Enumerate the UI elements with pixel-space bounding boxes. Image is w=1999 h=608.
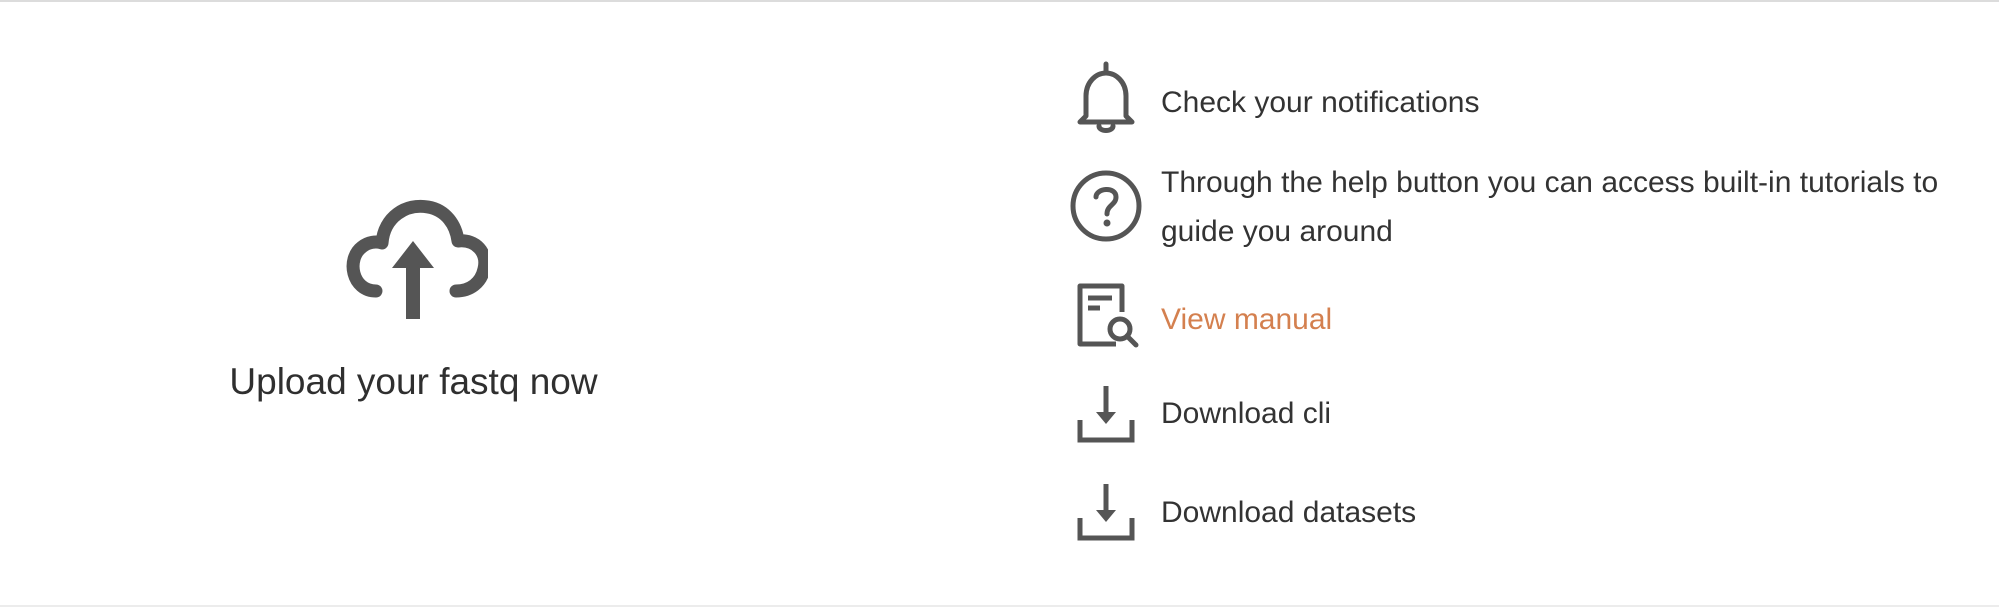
help-text: Through the help button you can access b… [1161, 166, 1939, 248]
download-datasets-item[interactable]: Download datasets [1066, 478, 1966, 548]
download-cli-text: Download cli [1161, 397, 1332, 430]
manual-search-icon [1077, 283, 1139, 348]
download-icon [1077, 484, 1135, 541]
top-divider [0, 0, 1999, 2]
help-item: Through the help button you can access b… [1066, 158, 1966, 258]
download-cli-item[interactable]: Download cli [1066, 380, 1966, 450]
download-icon [1077, 386, 1135, 443]
upload-dropzone[interactable]: Upload your fastq now [170, 180, 657, 420]
view-manual-item[interactable]: View manual [1066, 278, 1966, 358]
help-circle-icon[interactable] [1066, 166, 1146, 246]
bell-icon [1077, 61, 1135, 133]
bottom-divider [0, 605, 1999, 607]
notifications-item[interactable]: Check your notifications [1066, 58, 1966, 138]
notifications-text: Check your notifications [1161, 86, 1480, 119]
view-manual-link[interactable]: View manual [1161, 295, 1332, 344]
cloud-upload-icon [346, 199, 488, 319]
page: Upload your fastq now Check your notific… [0, 0, 1999, 608]
download-datasets-text: Download datasets [1161, 496, 1417, 529]
upload-label: Upload your fastq now [229, 361, 598, 402]
